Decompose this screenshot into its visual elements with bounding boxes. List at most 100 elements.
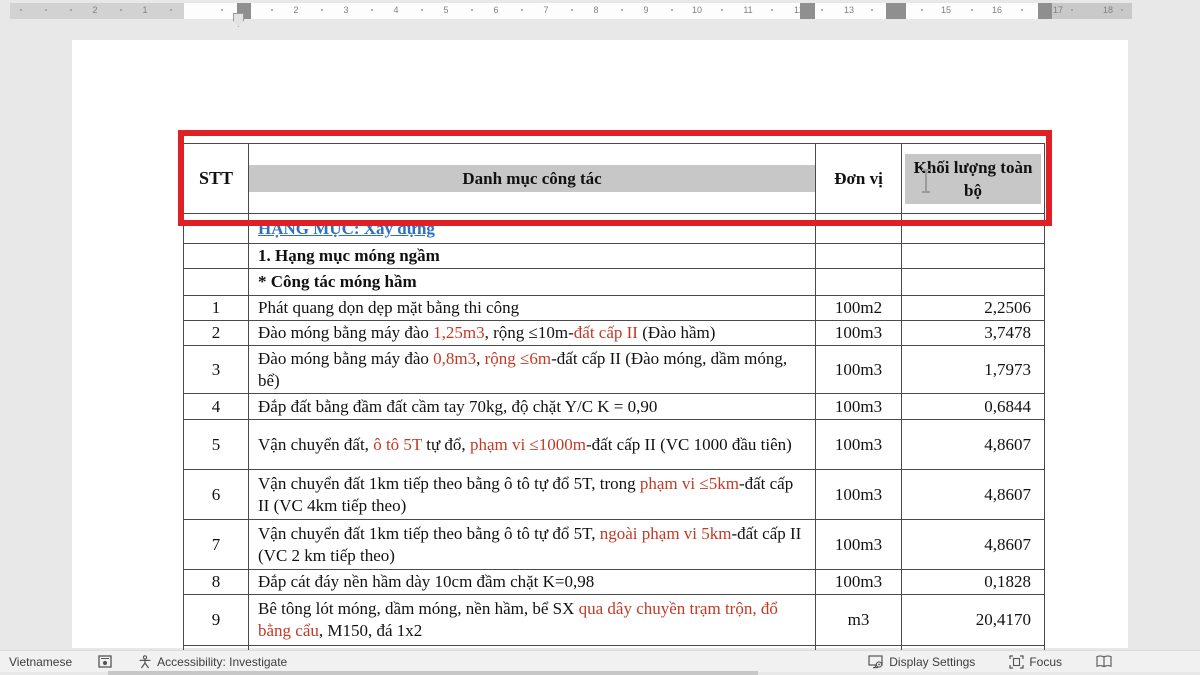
- cell-don-vi[interactable]: 100m3: [816, 520, 902, 570]
- macro-record-button[interactable]: [98, 655, 112, 668]
- text-segment: , rộng ≤10m-: [485, 323, 574, 342]
- cell-khoi-luong[interactable]: 1,7973: [902, 346, 1045, 394]
- cell-stt[interactable]: 6: [184, 470, 249, 520]
- text-segment: Vận chuyển đất 1km tiếp theo bằng ô tô t…: [258, 474, 640, 493]
- text-segment-red: rộng ≤6m: [485, 349, 551, 368]
- cell-danh-muc[interactable]: Vận chuyển đất, ô tô 5T tự đổ, phạm vi ≤…: [249, 420, 816, 470]
- ruler-number: 18: [1103, 5, 1113, 15]
- ruler-number: 9: [643, 5, 648, 15]
- cell-stt[interactable]: 7: [184, 520, 249, 570]
- table-row: HẠNG MỤC: Xây dựng: [184, 214, 1045, 244]
- ruler-number: 5: [443, 5, 448, 15]
- cell-stt[interactable]: 2: [184, 321, 249, 346]
- horizontal-ruler[interactable]: 211234567891011121315161718: [0, 0, 1200, 22]
- ruler-number: 6: [493, 5, 498, 15]
- cell-danh-muc[interactable]: HẠNG MỤC: Xây dựng: [249, 214, 816, 244]
- ruler-number: 3: [343, 5, 348, 15]
- cell-danh-muc[interactable]: 1. Hạng mục móng ngầm: [249, 244, 816, 269]
- cell-stt[interactable]: 5: [184, 420, 249, 470]
- cell-don-vi[interactable]: 100m3: [816, 394, 902, 420]
- cell-stt[interactable]: [184, 244, 249, 269]
- text-segment: , M150, đá 1x2: [319, 621, 422, 640]
- text-segment-red: phạm vi ≤5km: [640, 474, 739, 493]
- cell-stt[interactable]: [184, 214, 249, 244]
- macro-record-icon: [98, 655, 112, 668]
- cell-don-vi[interactable]: 100m3: [816, 346, 902, 394]
- language-indicator[interactable]: Vietnamese: [9, 655, 72, 669]
- text-segment-red: 0,8m3: [433, 349, 476, 368]
- text-segment: ,: [476, 349, 485, 368]
- ruler-number: 16: [992, 5, 1002, 15]
- cell-don-vi[interactable]: 100m3: [816, 420, 902, 470]
- ruler-number: 11: [743, 5, 752, 15]
- display-settings-button[interactable]: Display Settings: [868, 655, 975, 669]
- ruler-column-marker[interactable]: [800, 3, 815, 19]
- cell-don-vi[interactable]: [816, 244, 902, 269]
- focus-label: Focus: [1029, 655, 1062, 669]
- text-segment: HẠNG MỤC: Xây dựng: [258, 219, 435, 238]
- cell-khoi-luong[interactable]: 3,7478: [902, 321, 1045, 346]
- cell-khoi-luong[interactable]: 0,6844: [902, 394, 1045, 420]
- accessibility-checker[interactable]: Accessibility: Investigate: [138, 655, 287, 669]
- header-don-vi[interactable]: Đơn vị: [816, 144, 902, 214]
- cell-khoi-luong[interactable]: 4,8607: [902, 520, 1045, 570]
- cell-khoi-luong[interactable]: 20,4170: [902, 595, 1045, 646]
- ruler-number: 4: [393, 5, 398, 15]
- cell-stt[interactable]: 8: [184, 570, 249, 595]
- text-segment: tự đổ,: [422, 435, 470, 454]
- read-mode-button[interactable]: [1096, 655, 1112, 668]
- text-segment: 1. Hạng mục móng ngầm: [258, 246, 440, 265]
- ruler-number: 1: [142, 5, 147, 15]
- cell-danh-muc[interactable]: Vận chuyển đất 1km tiếp theo bằng ô tô t…: [249, 470, 816, 520]
- ruler-number: 8: [593, 5, 598, 15]
- text-segment: -đất cấp II (VC 1000 đầu tiên): [586, 435, 792, 454]
- text-segment: Đào móng bằng máy đào: [258, 323, 433, 342]
- cell-khoi-luong[interactable]: 0,1828: [902, 570, 1045, 595]
- cell-stt[interactable]: 1: [184, 296, 249, 321]
- ruler-column-marker[interactable]: [1038, 3, 1052, 19]
- text-segment: (Đào hầm): [638, 323, 715, 342]
- cell-danh-muc[interactable]: Đắp cát đáy nền hầm dày 10cm đầm chặt K=…: [249, 570, 816, 595]
- cell-danh-muc[interactable]: Phát quang dọn dẹp mặt bằng thi công: [249, 296, 816, 321]
- indent-marker-icon[interactable]: [233, 13, 244, 27]
- cell-khoi-luong[interactable]: [902, 214, 1045, 244]
- text-segment: Vận chuyển đất 1km tiếp theo bằng ô tô t…: [258, 524, 600, 543]
- table-row: 5Vận chuyển đất, ô tô 5T tự đổ, phạm vi …: [184, 420, 1045, 470]
- text-segment-red: ô tô 5T: [373, 435, 422, 454]
- cell-khoi-luong[interactable]: 4,8607: [902, 420, 1045, 470]
- cell-stt[interactable]: 4: [184, 394, 249, 420]
- cell-danh-muc[interactable]: * Công tác móng hầm: [249, 269, 816, 296]
- cell-don-vi[interactable]: 100m3: [816, 570, 902, 595]
- cell-don-vi[interactable]: [816, 214, 902, 244]
- cell-don-vi[interactable]: 100m3: [816, 321, 902, 346]
- cell-stt[interactable]: 9: [184, 595, 249, 646]
- table-row: 3Đào móng bằng máy đào 0,8m3, rộng ≤6m-đ…: [184, 346, 1045, 394]
- focus-button[interactable]: Focus: [1009, 655, 1062, 669]
- header-khoi-luong[interactable]: Khối lượng toàn bộ: [902, 144, 1045, 214]
- header-danh-muc[interactable]: Danh mục công tác: [249, 144, 816, 214]
- ruler-number: 2: [293, 5, 298, 15]
- cell-don-vi[interactable]: [816, 269, 902, 296]
- cell-danh-muc[interactable]: Đắp đất bằng đầm đất cầm tay 70kg, độ ch…: [249, 394, 816, 420]
- cell-don-vi[interactable]: 100m3: [816, 470, 902, 520]
- cell-khoi-luong[interactable]: 2,2506: [902, 296, 1045, 321]
- ruler-column-marker[interactable]: [886, 3, 906, 19]
- display-settings-label: Display Settings: [889, 655, 975, 669]
- cell-khoi-luong[interactable]: [902, 244, 1045, 269]
- table-row: 1. Hạng mục móng ngầm: [184, 244, 1045, 269]
- cell-danh-muc[interactable]: Đào móng bằng máy đào 1,25m3, rộng ≤10m-…: [249, 321, 816, 346]
- cell-stt[interactable]: 3: [184, 346, 249, 394]
- work-items-table: STT Danh mục công tác Đơn vị Khối lượng …: [183, 143, 1045, 652]
- cell-don-vi[interactable]: 100m2: [816, 296, 902, 321]
- cell-khoi-luong[interactable]: 4,8607: [902, 470, 1045, 520]
- cell-danh-muc[interactable]: Bê tông lót móng, dầm móng, nền hầm, bể …: [249, 595, 816, 646]
- text-segment: Bê tông lót móng, dầm móng, nền hầm, bể …: [258, 599, 579, 618]
- cell-danh-muc[interactable]: Vận chuyển đất 1km tiếp theo bằng ô tô t…: [249, 520, 816, 570]
- cell-danh-muc[interactable]: Đào móng bằng máy đào 0,8m3, rộng ≤6m-đấ…: [249, 346, 816, 394]
- cell-don-vi[interactable]: m3: [816, 595, 902, 646]
- header-stt[interactable]: STT: [184, 144, 249, 214]
- cell-stt[interactable]: [184, 269, 249, 296]
- table-body: HẠNG MỤC: Xây dựng 1. Hạng mục móng ngầm *…: [184, 214, 1045, 652]
- status-bar: Vietnamese Accessibility: Investigate: [0, 650, 1200, 672]
- cell-khoi-luong[interactable]: [902, 269, 1045, 296]
